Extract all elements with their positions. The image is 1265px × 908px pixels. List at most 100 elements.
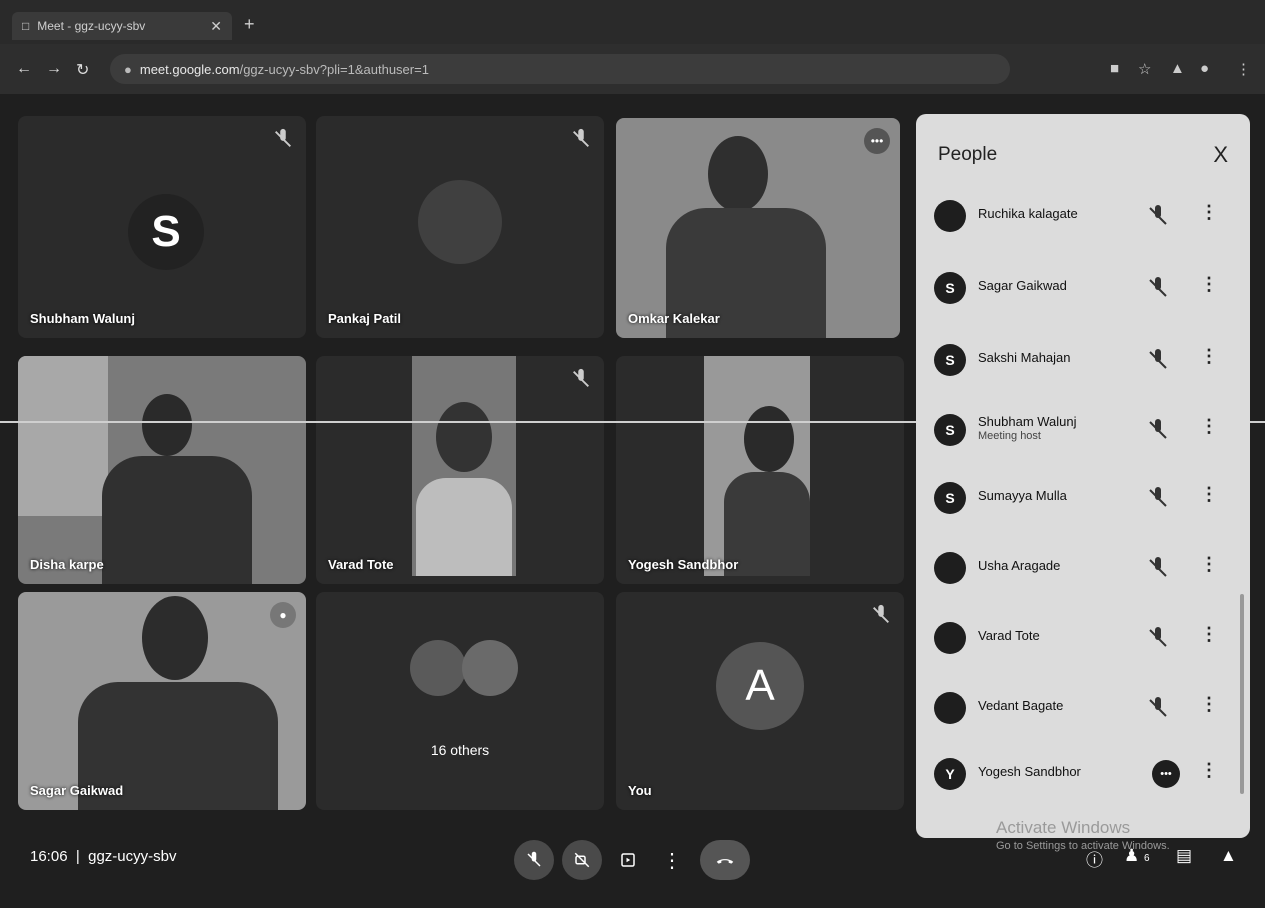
avatar: A	[716, 642, 804, 730]
url-domain: meet.google.com	[139, 61, 240, 77]
reload-icon[interactable]: ↻	[76, 60, 89, 80]
mic-off-icon[interactable]	[1146, 204, 1170, 228]
present-button[interactable]	[608, 840, 648, 880]
extension-icon[interactable]: ▲	[1170, 60, 1185, 77]
participant-name: Sagar Gaikwad	[978, 278, 1067, 293]
activities-icon: ▲	[1220, 846, 1237, 865]
panel-title: People	[938, 144, 998, 165]
hang-up-icon	[716, 859, 734, 864]
participant-name: Shubham Walunj	[978, 414, 1077, 429]
activities-button[interactable]: ▲	[1220, 846, 1237, 866]
mic-off-icon[interactable]	[1146, 276, 1170, 300]
more-options-icon[interactable]: ⋮	[1200, 274, 1218, 295]
participant-name: You	[628, 783, 652, 798]
more-options-icon[interactable]: ⋮	[1200, 554, 1218, 575]
info-icon: ⓘ	[1086, 851, 1103, 870]
mic-off-icon	[527, 851, 541, 867]
url-bar[interactable]: ● meet.google.com/ggz-ucyy-sbv?pli=1&aut…	[110, 54, 1010, 84]
mic-off-icon[interactable]	[1146, 626, 1170, 650]
more-vert-icon: ⋮	[662, 849, 682, 872]
participant-row[interactable]: Usha Aragade ⋮	[916, 534, 1250, 604]
close-tab-icon[interactable]: ✕	[210, 18, 222, 35]
participant-video-tile[interactable]: ••• Omkar Kalekar	[616, 118, 900, 338]
participant-row[interactable]: S Sagar Gaikwad ⋮	[916, 254, 1250, 324]
participant-name: Usha Aragade	[978, 558, 1061, 573]
participant-name: Yogesh Sandbhor	[978, 764, 1081, 779]
avatar: Y	[934, 758, 966, 790]
more-options-icon[interactable]: ⋮	[1200, 694, 1218, 715]
mic-off-icon[interactable]	[1146, 486, 1170, 510]
browser-tab[interactable]: □ Meet - ggz-ucyy-sbv ✕	[12, 12, 232, 40]
more-options-icon[interactable]: •••	[864, 128, 890, 154]
watermark-line1: Activate Windows	[996, 818, 1131, 837]
camera-icon[interactable]: ■	[1110, 60, 1119, 77]
participant-name: Yogesh Sandbhor	[628, 557, 739, 572]
participant-name: Sumayya Mulla	[978, 488, 1067, 503]
participant-name: Ruchika kalagate	[978, 206, 1078, 221]
mic-toggle-button[interactable]	[514, 840, 554, 880]
more-options-icon[interactable]: ⋮	[1200, 760, 1218, 781]
others-count-label: 16 others	[430, 742, 490, 758]
forward-icon[interactable]: →	[46, 60, 62, 78]
people-button[interactable]: ♟ 6	[1124, 846, 1150, 866]
more-options-icon[interactable]: ⋮	[1200, 416, 1218, 437]
leave-call-button[interactable]	[700, 840, 750, 880]
bookmark-star-icon[interactable]: ☆	[1138, 60, 1151, 78]
mic-off-icon[interactable]	[1146, 696, 1170, 720]
participant-tile[interactable]: Varad Tote	[316, 356, 604, 584]
self-tile[interactable]: A You	[616, 592, 904, 810]
camera-toggle-button[interactable]	[562, 840, 602, 880]
participant-name: Omkar Kalekar	[628, 311, 720, 326]
more-options-icon[interactable]: ⋮	[1200, 484, 1218, 505]
participant-tile[interactable]: Pankaj Patil	[316, 116, 604, 338]
meeting-code: ggz-ucyy-sbv	[88, 848, 177, 865]
people-icon: ♟	[1124, 846, 1140, 865]
more-options-icon[interactable]: ⋮	[1200, 202, 1218, 223]
avatar	[410, 640, 466, 696]
profile-icon[interactable]: ●	[1200, 60, 1209, 77]
chat-icon: ▤	[1176, 846, 1193, 865]
browser-tab-bar: □ Meet - ggz-ucyy-sbv ✕ +	[0, 0, 1265, 44]
participant-tile[interactable]: Yogesh Sandbhor	[616, 356, 904, 584]
tab-title: Meet - ggz-ucyy-sbv	[37, 19, 146, 33]
new-tab-icon[interactable]: +	[244, 14, 255, 35]
participant-row[interactable]: S Shubham Walunj Meeting host ⋮	[916, 396, 1250, 466]
back-icon[interactable]: ←	[16, 60, 32, 78]
others-tile[interactable]: 16 others	[316, 592, 604, 810]
mic-off-icon	[573, 368, 589, 387]
participant-row[interactable]: Y Yogesh Sandbhor ••• ⋮	[916, 740, 1250, 810]
participant-tile[interactable]: S Shubham Walunj	[18, 116, 306, 338]
more-options-icon[interactable]: ⋮	[1200, 624, 1218, 645]
participant-name: Varad Tote	[328, 557, 394, 572]
participant-row[interactable]: Vedant Bagate ⋮	[916, 674, 1250, 744]
more-options-icon[interactable]: ⋮	[1200, 346, 1218, 367]
mic-off-icon	[275, 128, 291, 147]
participant-row[interactable]: S Sumayya Mulla ⋮	[916, 464, 1250, 534]
avatar: S	[934, 482, 966, 514]
mic-off-icon[interactable]	[1146, 348, 1170, 372]
meeting-details-button[interactable]: ⓘ	[1086, 846, 1103, 871]
participant-video-tile[interactable]: ● Sagar Gaikwad	[18, 592, 306, 810]
url-path: /ggz-ucyy-sbv?pli=1&authuser=1	[239, 61, 429, 77]
more-options-button[interactable]: ⋮	[652, 840, 692, 880]
browser-menu-icon[interactable]: ⋮	[1236, 60, 1251, 78]
lock-icon: ●	[124, 61, 132, 77]
panel-scrollbar[interactable]	[1240, 594, 1244, 794]
participant-video-tile[interactable]: Disha karpe	[18, 356, 306, 584]
mic-off-icon	[873, 604, 889, 623]
mic-off-icon[interactable]	[1146, 418, 1170, 442]
participant-row[interactable]: Ruchika kalagate ⋮	[916, 182, 1250, 252]
mic-off-icon[interactable]	[1146, 556, 1170, 580]
close-icon[interactable]: X	[1213, 142, 1228, 168]
chat-button[interactable]: ▤	[1176, 846, 1192, 866]
avatar: S	[934, 344, 966, 376]
avatar: S	[934, 272, 966, 304]
separator: |	[71, 848, 84, 865]
participant-name: Shubham Walunj	[30, 311, 135, 326]
avatar	[418, 180, 502, 264]
meeting-info: 16:06 | ggz-ucyy-sbv	[30, 848, 176, 865]
participant-row[interactable]: Varad Tote ⋮	[916, 604, 1250, 674]
participant-row[interactable]: S Sakshi Mahajan ⋮	[916, 326, 1250, 396]
video-feed	[412, 356, 516, 576]
participant-name: Disha karpe	[30, 557, 104, 572]
